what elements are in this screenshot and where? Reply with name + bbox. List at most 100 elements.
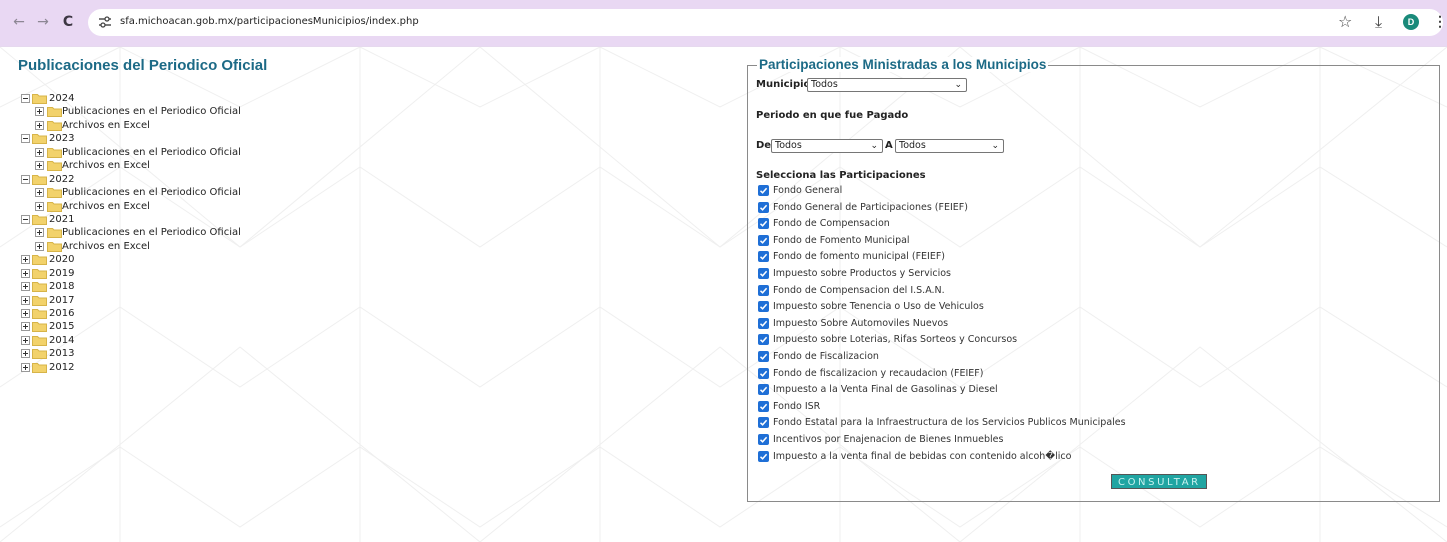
tree-year-node[interactable]: 2014 [21,334,341,347]
participacion-checkbox[interactable] [758,367,769,379]
profile-avatar[interactable]: D [1403,14,1419,30]
url-text[interactable]: sfa.michoacan.gob.mx/participacionesMuni… [120,14,419,30]
bookmark-star-icon[interactable]: ☆ [1338,12,1352,31]
tree-child-node[interactable]: Publicaciones en el Periodico Oficial [21,226,341,239]
expand-icon[interactable] [35,228,44,238]
participacion-checkbox[interactable] [758,450,769,462]
tree-node-label[interactable]: 2021 [49,213,74,226]
tree-node-label[interactable]: 2023 [49,132,74,145]
participacion-checkbox[interactable] [758,201,769,213]
tree-child-node[interactable]: Publicaciones en el Periodico Oficial [21,186,341,199]
participacion-checkbox[interactable] [758,350,769,362]
tree-node-label[interactable]: Publicaciones en el Periodico Oficial [62,226,241,239]
tree-year-node[interactable]: 2016 [21,307,341,320]
de-select[interactable]: Todos ⌄ [771,139,883,153]
tree-child-node[interactable]: Archivos en Excel [21,119,341,132]
tree-year-node[interactable]: 2017 [21,294,341,307]
tree-year-node[interactable]: 2013 [21,347,341,360]
tree-year-node[interactable]: 2018 [21,280,341,293]
forward-arrow-icon[interactable]: → [34,13,52,31]
download-icon[interactable]: ⤓ [1375,12,1382,32]
expand-icon[interactable] [21,309,30,318]
folder-icon [47,107,62,118]
tree-child-node[interactable]: Archivos en Excel [21,240,341,253]
expand-icon[interactable] [35,107,44,117]
tree-node-label[interactable]: Archivos en Excel [62,119,150,132]
checkmark-icon [759,386,768,394]
participacion-checkbox[interactable] [758,251,769,263]
tree-child-node[interactable]: Archivos en Excel [21,159,341,172]
tree-node-label[interactable]: 2022 [49,173,74,186]
reload-icon[interactable]: C [59,13,77,31]
expand-icon[interactable] [21,295,30,305]
tree-node-label[interactable]: 2017 [49,294,74,307]
participacion-checkbox[interactable] [758,317,769,329]
participacion-checkbox[interactable] [758,301,769,313]
tree-node-label[interactable]: 2024 [49,92,74,105]
participacion-checkbox[interactable] [758,384,769,396]
tree-node-label[interactable]: 2020 [49,253,74,266]
participacion-checkbox[interactable] [758,267,769,279]
tree-child-node[interactable]: Publicaciones en el Periodico Oficial [21,146,341,159]
folder-icon [32,268,47,279]
tree-year-node[interactable]: 2020 [21,253,341,266]
participacion-checkbox[interactable] [758,218,769,230]
tree-node-label[interactable]: Archivos en Excel [62,200,150,213]
tree-node-label[interactable]: Archivos en Excel [62,159,150,172]
expand-icon[interactable] [21,255,30,265]
participacion-checkbox[interactable] [758,334,769,346]
back-arrow-icon[interactable]: ← [10,13,28,31]
expand-icon[interactable] [21,268,30,278]
browser-menu-icon[interactable]: ⋮ [1433,13,1447,30]
expand-icon[interactable] [21,322,30,332]
expand-icon[interactable] [35,147,44,157]
expand-icon[interactable] [21,362,30,372]
checkmark-icon [759,254,768,261]
collapse-icon[interactable] [21,214,30,224]
a-select[interactable]: Todos ⌄ [895,139,1004,153]
tree-year-node[interactable]: 2023 [21,132,341,145]
collapse-icon[interactable] [21,94,30,103]
tree-year-node[interactable]: 2019 [21,267,341,280]
tree-node-label[interactable]: Publicaciones en el Periodico Oficial [62,146,241,159]
expand-icon[interactable] [35,201,44,211]
tree-node-label[interactable]: 2016 [49,307,74,320]
expand-icon[interactable] [35,161,44,171]
site-settings-icon[interactable] [98,15,112,29]
municipio-select[interactable]: Todos ⌄ [807,78,967,92]
tree-node-label[interactable]: 2014 [49,334,74,347]
participacion-checkbox[interactable] [758,234,769,246]
chevron-down-icon: ⌄ [870,141,878,151]
expand-icon[interactable] [35,241,44,251]
expand-icon[interactable] [21,282,30,292]
tree-year-node[interactable]: 2022 [21,173,341,186]
tree-node-label[interactable]: 2015 [49,320,74,333]
expand-icon[interactable] [35,120,44,130]
tree-year-node[interactable]: 2015 [21,320,341,333]
tree-child-node[interactable]: Archivos en Excel [21,200,341,213]
tree-node-label[interactable]: Publicaciones en el Periodico Oficial [62,186,241,199]
participacion-checkbox[interactable] [758,433,769,445]
expand-icon[interactable] [35,188,44,198]
tree-node-label[interactable]: 2012 [49,361,74,374]
address-bar[interactable]: sfa.michoacan.gob.mx/participacionesMuni… [88,9,1443,36]
collapse-icon[interactable] [21,174,30,184]
participacion-checkbox[interactable] [758,185,769,196]
participacion-checkbox[interactable] [758,400,769,412]
expand-icon[interactable] [21,349,30,359]
participacion-item: Fondo Estatal para la Infraestructura de… [758,417,1438,434]
expand-icon[interactable] [21,335,30,345]
tree-node-label[interactable]: Archivos en Excel [62,240,150,253]
participacion-checkbox[interactable] [758,284,769,296]
participacion-checkbox[interactable] [758,417,769,429]
tree-year-node[interactable]: 2021 [21,213,341,226]
tree-year-node[interactable]: 2024 [21,92,341,105]
tree-node-label[interactable]: 2018 [49,280,74,293]
tree-node-label[interactable]: 2013 [49,347,74,360]
tree-node-label[interactable]: Publicaciones en el Periodico Oficial [62,105,241,118]
tree-node-label[interactable]: 2019 [49,267,74,280]
collapse-icon[interactable] [21,134,30,144]
tree-year-node[interactable]: 2012 [21,361,341,374]
consultar-button[interactable]: CONSULTAR [1111,474,1207,489]
tree-child-node[interactable]: Publicaciones en el Periodico Oficial [21,105,341,118]
